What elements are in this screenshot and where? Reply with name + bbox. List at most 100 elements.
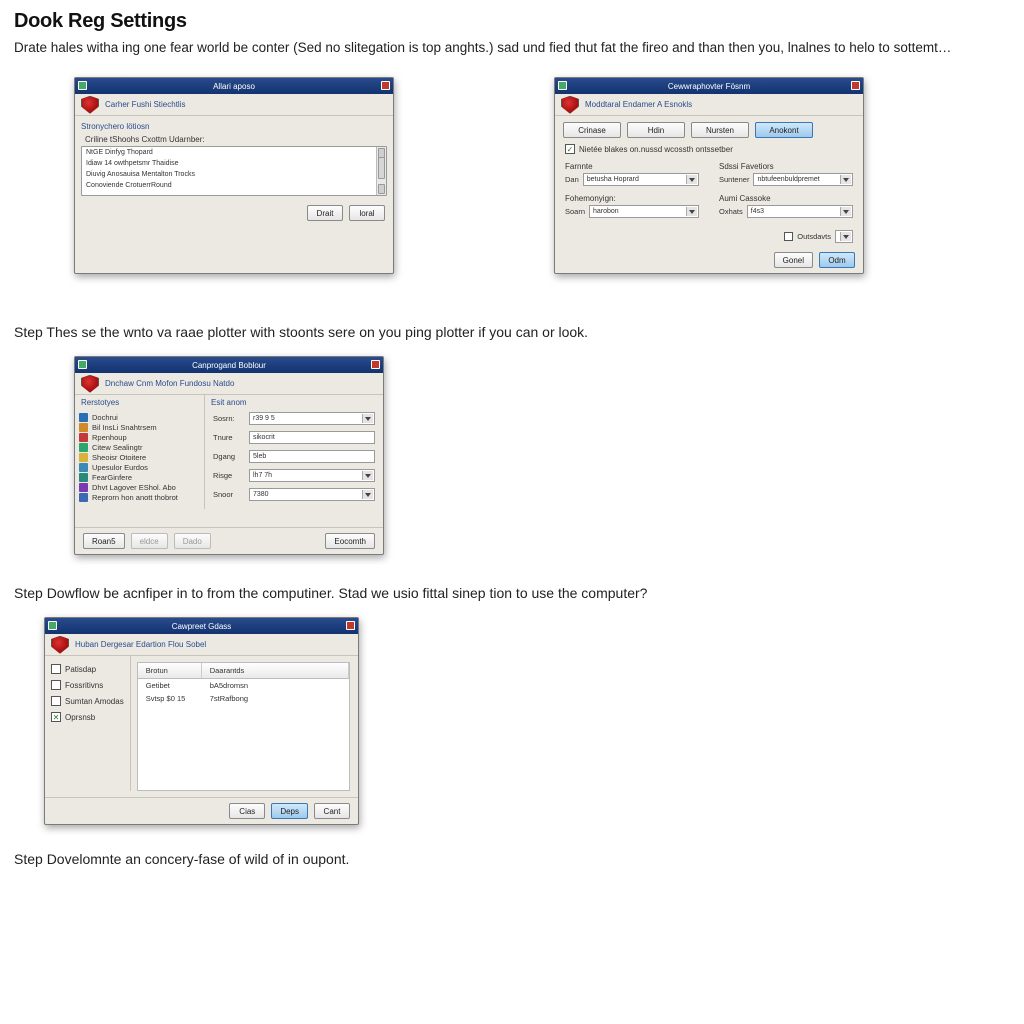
combo[interactable]: 7380 — [249, 488, 375, 501]
text-input[interactable]: 5leb — [249, 450, 375, 463]
field-label: Suntener — [719, 175, 749, 184]
left-tab-label: Fossritivns — [65, 681, 103, 690]
dialog-cawpreet: Cawpreet Gdass Huban Dergesar Edartion F… — [44, 617, 359, 825]
subheader-text: Moddtaral Endamer A Esnokls — [585, 100, 692, 109]
combo-small[interactable] — [835, 230, 853, 243]
drait-button[interactable]: Drait — [307, 205, 343, 221]
folder-icon — [79, 433, 88, 442]
checkbox-icon[interactable] — [51, 696, 61, 706]
folder-icon — [79, 493, 88, 502]
subheader: Dnchaw Cnm Mofon Fundosu Natdo — [75, 373, 383, 395]
dialog-allari: Allari aposo Carher Fushi Stiechtlis Str… — [74, 77, 394, 274]
field-label: Risge — [213, 471, 245, 480]
left-tab[interactable]: ✕Oprsnsb — [51, 712, 124, 722]
field-label: Oxhats — [719, 207, 743, 216]
chevron-down-icon — [365, 493, 371, 497]
table-row[interactable]: GetibetbA5dromsn — [138, 679, 349, 692]
combo[interactable]: harobon — [589, 205, 699, 218]
left-tab-label: Patisdap — [65, 665, 96, 674]
titlebar: Cawpreet Gdass — [45, 618, 358, 634]
table-row[interactable]: Svtsp $0 157stRafbong — [138, 692, 349, 705]
sys-icon — [78, 81, 87, 90]
subheader-text: Dnchaw Cnm Mofon Fundosu Natdo — [105, 379, 234, 388]
close-icon[interactable] — [851, 81, 860, 90]
sys-icon — [78, 360, 87, 369]
apply-button[interactable]: Deps — [271, 803, 308, 819]
col-head: Fohemonyign: — [565, 194, 699, 203]
sidebar-item-label: Dochrui — [92, 413, 118, 422]
left-tab[interactable]: Patisdap — [51, 664, 124, 674]
subheader-text: Carher Fushi Stiechtlis — [105, 100, 185, 109]
cancel-button[interactable]: Cias — [229, 803, 265, 819]
chevron-down-icon — [689, 178, 695, 182]
combo[interactable]: f4s3 — [747, 205, 853, 218]
shield-icon — [561, 96, 579, 114]
tab-anokont[interactable]: Anokont — [755, 122, 813, 138]
shield-icon — [51, 636, 69, 654]
confirm-button[interactable]: Eocomth — [325, 533, 375, 549]
checkbox-icon[interactable]: ✕ — [51, 712, 61, 722]
sidebar-item[interactable]: Citew Sealingtr — [79, 443, 200, 452]
sidebar-list: DochruiBil InsLi SnahtrsemRpenhoupCitew … — [75, 410, 204, 505]
subheader-text: Huban Dergesar Edartion Flou Sobel — [75, 640, 206, 649]
shield-icon — [81, 375, 99, 393]
close-icon[interactable] — [346, 621, 355, 630]
combo[interactable]: r39 9 5 — [249, 412, 375, 425]
list-item[interactable]: Idiaw 14 owthpetsmr Thaidise — [82, 158, 386, 169]
sidebar-item[interactable]: Bil InsLi Snahtrsem — [79, 423, 200, 432]
chevron-down-icon — [689, 210, 695, 214]
col-header[interactable]: Daarantds — [202, 663, 349, 678]
sidebar-item[interactable]: Dhvt Lagover EShol. Abo — [79, 483, 200, 492]
checkbox-icon[interactable] — [51, 680, 61, 690]
sidebar-item[interactable]: Rpenhoup — [79, 433, 200, 442]
sidebar-item-label: Bil InsLi Snahtrsem — [92, 423, 157, 432]
sidebar-item[interactable]: Sheoisr Otoitere — [79, 453, 200, 462]
list-item[interactable]: Diuvig Anosauisa Mentalton Trocks — [82, 169, 386, 180]
title-text: Cawpreet Gdass — [172, 622, 232, 631]
combo[interactable]: nbtufeenbuldpremet — [753, 173, 853, 186]
scroll-thumb[interactable] — [378, 157, 385, 179]
title-text: Canprogand Boblour — [192, 361, 266, 370]
sidebar-item[interactable]: Reprorn hon anott thobrot — [79, 493, 200, 502]
field-label: Soarn — [565, 207, 585, 216]
list-item[interactable]: Conoviende CrotuerrRound — [82, 180, 386, 191]
sys-icon — [48, 621, 57, 630]
folder-icon — [79, 483, 88, 492]
sidebar-item[interactable]: Upesulor Eurdos — [79, 463, 200, 472]
list-item[interactable]: NtGE Dinfyg Thopard — [82, 147, 386, 158]
dialog-canprogand: Canprogand Boblour Dnchaw Cnm Mofon Fund… — [74, 356, 384, 555]
ok-button[interactable]: Odm — [819, 252, 855, 268]
close-button[interactable]: Cant — [314, 803, 350, 819]
checkbox-icon[interactable]: ✓ — [565, 144, 575, 154]
tab-crinase[interactable]: Crinase — [563, 122, 621, 138]
left-tab[interactable]: Fossritivns — [51, 680, 124, 690]
tab-nursten[interactable]: Nursten — [691, 122, 749, 138]
checkbox-row[interactable]: ✓ Nietée blakes on.nussd wcossth ontsset… — [555, 138, 863, 160]
loral-button[interactable]: loral — [349, 205, 385, 221]
shield-icon — [81, 96, 99, 114]
close-icon[interactable] — [381, 81, 390, 90]
col-header[interactable]: Brotun — [138, 663, 202, 678]
folder-icon — [79, 413, 88, 422]
subheader: Moddtaral Endamer A Esnokls — [555, 94, 863, 116]
titlebar: Cewwraphovter Fösnm — [555, 78, 863, 94]
sidebar-item[interactable]: FearGinfere — [79, 473, 200, 482]
sidebar-item[interactable]: Dochrui — [79, 413, 200, 422]
combo[interactable]: betusha Hoprard — [583, 173, 699, 186]
checkbox-icon[interactable] — [51, 664, 61, 674]
checkbox-icon[interactable] — [784, 232, 793, 241]
close-icon[interactable] — [371, 360, 380, 369]
tab-hdin[interactable]: Hdin — [627, 122, 685, 138]
scrollbar[interactable] — [376, 147, 386, 195]
left-tab[interactable]: Sumtan Amodas — [51, 696, 124, 706]
fields-head: Esit anom — [205, 395, 383, 410]
table-body: GetibetbA5dromsn Svtsp $0 157stRafbong — [137, 679, 350, 791]
titlebar: Allari aposo — [75, 78, 393, 94]
back-button[interactable]: Roan5 — [83, 533, 125, 549]
text-input[interactable]: sikocrit — [249, 431, 375, 444]
combo[interactable]: lh7 7h — [249, 469, 375, 482]
title-text: Cewwraphovter Fösnm — [668, 82, 750, 91]
cancel-button[interactable]: Gonel — [774, 252, 813, 268]
listbox[interactable]: NtGE Dinfyg Thopard Idiaw 14 owthpetsmr … — [81, 146, 387, 196]
folder-icon — [79, 463, 88, 472]
